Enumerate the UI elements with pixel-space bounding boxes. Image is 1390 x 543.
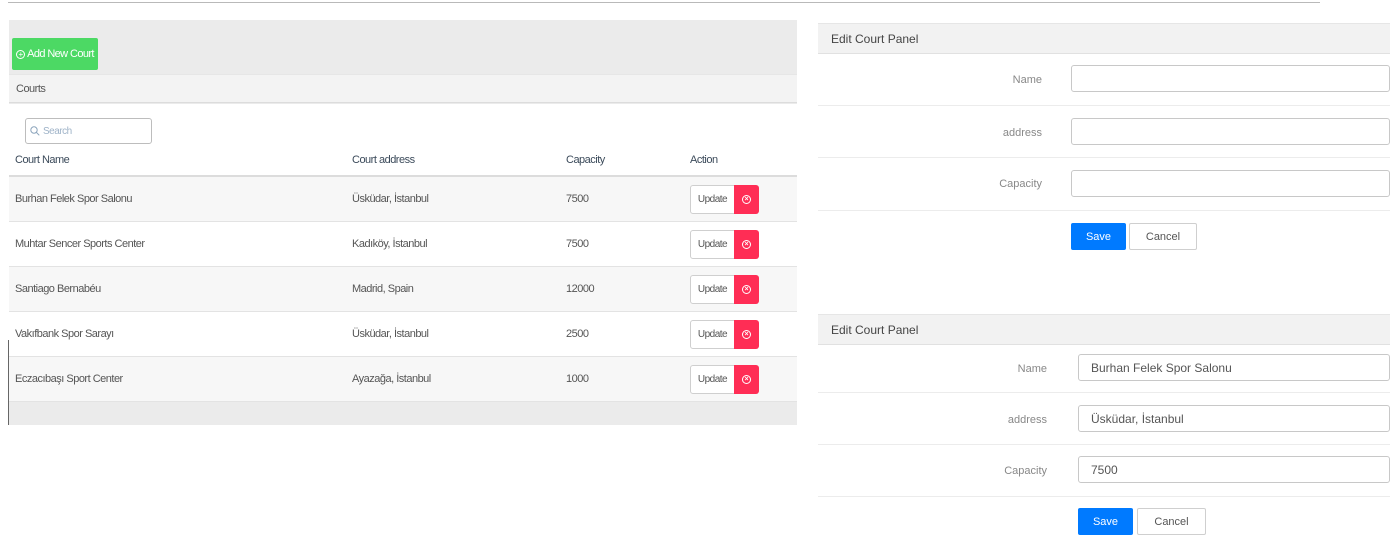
close-circle-icon: × — [742, 285, 751, 294]
name-label: Name — [1017, 363, 1047, 375]
capacity-cell: 2500 — [566, 328, 589, 340]
courts-panel: + Add New Court Courts Court Name Court … — [9, 20, 797, 425]
cancel-button[interactable]: Cancel — [1129, 223, 1197, 250]
capacity-cell: 7500 — [566, 238, 589, 250]
court-address-cell: Ayazağa, İstanbul — [352, 373, 431, 385]
name-field[interactable] — [1078, 354, 1390, 381]
field-divider — [818, 392, 1390, 393]
address-label: address — [1007, 414, 1047, 426]
delete-button[interactable]: × — [734, 320, 759, 349]
table-row: Santiago Bernabéu Madrid, Spain 12000 Up… — [9, 267, 797, 312]
update-button[interactable]: Update — [690, 320, 735, 349]
search-input[interactable] — [43, 125, 148, 137]
court-name-cell: Burhan Felek Spor Salonu — [15, 193, 133, 205]
add-new-court-label: Add New Court — [27, 48, 94, 60]
court-name-cell: Vakıfbank Spor Sarayı — [15, 328, 114, 340]
capacity-label: Capacity — [999, 178, 1042, 190]
delete-button[interactable]: × — [734, 275, 759, 304]
capacity-field[interactable] — [1071, 170, 1390, 197]
search-box — [25, 118, 152, 144]
field-divider — [818, 157, 1390, 158]
field-divider — [818, 444, 1390, 445]
table-row: Muhtar Sencer Sports Center Kadıköy, İst… — [9, 222, 797, 267]
column-header-court-name[interactable]: Court Name — [15, 154, 70, 166]
search-icon — [30, 126, 40, 136]
delete-button[interactable]: × — [734, 365, 759, 394]
capacity-cell: 12000 — [566, 283, 595, 295]
address-field[interactable] — [1071, 118, 1390, 145]
delete-button[interactable]: × — [734, 185, 759, 214]
name-field[interactable] — [1071, 65, 1390, 92]
update-button[interactable]: Update — [690, 275, 735, 304]
table-row: Vakıfbank Spor Sarayı Üsküdar, İstanbul … — [9, 312, 797, 357]
panel-header: Edit Court Panel — [818, 23, 1390, 54]
field-divider — [818, 105, 1390, 106]
top-divider — [8, 2, 1320, 3]
court-address-cell: Üsküdar, İstanbul — [352, 193, 429, 205]
column-header-action: Action — [690, 154, 718, 166]
court-name-cell: Muhtar Sencer Sports Center — [15, 238, 145, 250]
edit-court-panel-empty: Edit Court Panel Name address Capacity S… — [818, 23, 1390, 263]
cancel-button[interactable]: Cancel — [1137, 508, 1206, 535]
court-name-cell: Santiago Bernabéu — [15, 283, 101, 295]
close-circle-icon: × — [742, 330, 751, 339]
close-circle-icon: × — [742, 195, 751, 204]
table-row: Eczacıbaşı Sport Center Ayazağa, İstanbu… — [9, 357, 797, 402]
field-divider — [818, 496, 1390, 497]
column-header-court-address[interactable]: Court address — [352, 154, 415, 166]
capacity-field[interactable] — [1078, 456, 1390, 483]
plus-circle-icon: + — [16, 49, 26, 59]
court-address-cell: Üsküdar, İstanbul — [352, 328, 429, 340]
table-row: Burhan Felek Spor Salonu Üsküdar, İstanb… — [9, 177, 797, 222]
courts-table: Court Name Court address Capacity Action… — [9, 104, 797, 402]
delete-button[interactable]: × — [734, 230, 759, 259]
courts-header: Courts — [9, 74, 797, 103]
court-name-cell: Eczacıbaşı Sport Center — [15, 373, 123, 385]
column-header-capacity[interactable]: Capacity — [566, 154, 605, 166]
capacity-cell: 1000 — [566, 373, 589, 385]
save-button[interactable]: Save — [1078, 508, 1133, 535]
update-button[interactable]: Update — [690, 365, 735, 394]
panel-title: Edit Court Panel — [831, 323, 919, 337]
field-divider — [818, 210, 1390, 211]
close-circle-icon: × — [742, 240, 751, 249]
capacity-cell: 7500 — [566, 193, 589, 205]
save-button[interactable]: Save — [1071, 223, 1126, 250]
update-button[interactable]: Update — [690, 185, 735, 214]
capacity-label: Capacity — [1004, 465, 1047, 477]
courts-title: Courts — [16, 83, 46, 95]
court-address-cell: Kadıköy, İstanbul — [352, 238, 428, 250]
address-field[interactable] — [1078, 405, 1390, 432]
address-label: address — [1002, 127, 1042, 139]
add-new-court-button[interactable]: + Add New Court — [12, 38, 98, 70]
close-circle-icon: × — [742, 375, 751, 384]
name-label: Name — [1012, 74, 1042, 86]
panel-header: Edit Court Panel — [818, 314, 1390, 345]
update-button[interactable]: Update — [690, 230, 735, 259]
edit-court-panel-filled: Edit Court Panel Name address Capacity S… — [818, 314, 1390, 543]
panel-title: Edit Court Panel — [831, 32, 919, 46]
court-address-cell: Madrid, Spain — [352, 283, 414, 295]
